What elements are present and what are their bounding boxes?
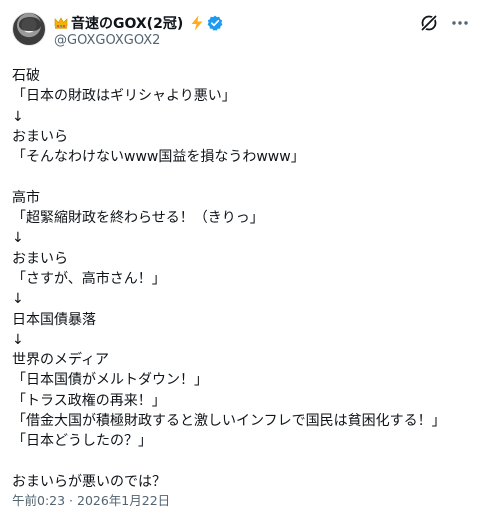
verified-icon [207,15,223,31]
tweet-line: 「そんなわけないwww国益を損なうわwww」 [12,149,305,166]
tweet-text: 石破 「日本の財政はギリシャより悪い」 ↓ おまいら 「そんなわけないwww国益… [12,66,468,492]
tweet-line: おまいら [12,250,68,267]
tweet-header: 音速のGOX(2冠) @GOXGOXGOX2 [0,0,480,60]
tweet-line: 石破 [12,68,40,84]
tweet-line: 「超緊縮財政を終わらせる！（きりっ」 [12,210,264,227]
tweet-line: 「日本の財政はギリシャより悪い」 [12,88,236,105]
author-display-name[interactable]: 音速のGOX(2冠) [71,13,183,33]
more-icon[interactable] [450,13,470,33]
tweet-line: 「さすが、高市さん！」 [12,270,166,287]
tweet-line: おまいら [12,128,68,145]
tweet-line: 「日本国債がメルトダウン！」 [12,372,208,389]
tweet-line: 「借金大国が積極財政すると激しいインフレで国民は貧困化する！」 [12,413,446,430]
tweet-line: 「日本どうしたの？」 [12,433,152,450]
tweet-line [12,167,468,187]
lightning-icon [191,15,203,31]
tweet-timestamp[interactable]: 午前0:23 · 2026年1月22日 [12,490,170,509]
grok-icon[interactable] [419,13,439,33]
tweet-line: 「トラス政権の再来！」 [12,392,166,409]
tweet-line: 日本国債暴落 [12,311,96,328]
tweet-line: 世界のメディア [12,352,110,369]
tweet-line [12,452,468,472]
tweet-line: 高市 [12,189,40,206]
tweet-line: ↓ [12,108,24,125]
avatar[interactable] [12,12,46,46]
author-handle[interactable]: @GOXGOXGOX2 [54,33,160,48]
tweet-line: ↓ [12,291,24,308]
crown-icon [54,17,68,29]
tweet-line: ↓ [12,331,24,348]
author-name-row[interactable]: 音速のGOX(2冠) [54,13,223,33]
tweet-line: ↓ [12,230,24,247]
